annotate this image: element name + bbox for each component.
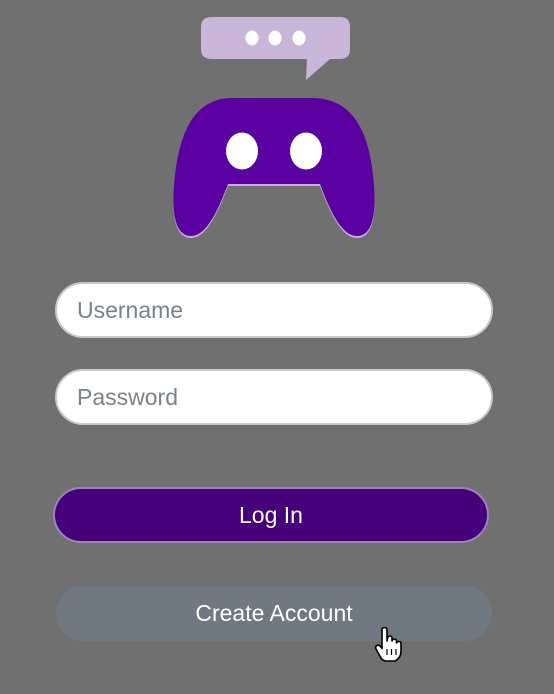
password-input[interactable] bbox=[55, 369, 493, 425]
gamepad-icon bbox=[173, 98, 375, 238]
username-input[interactable] bbox=[55, 282, 493, 338]
login-button[interactable]: Log In bbox=[53, 487, 489, 543]
hand-pointer-icon bbox=[374, 627, 402, 662]
create-account-button[interactable]: Create Account bbox=[56, 586, 492, 641]
login-button-label: Log In bbox=[239, 501, 303, 528]
create-account-button-label: Create Account bbox=[195, 600, 353, 626]
chat-bubble-icon bbox=[201, 17, 350, 80]
app-logo bbox=[173, 17, 375, 238]
